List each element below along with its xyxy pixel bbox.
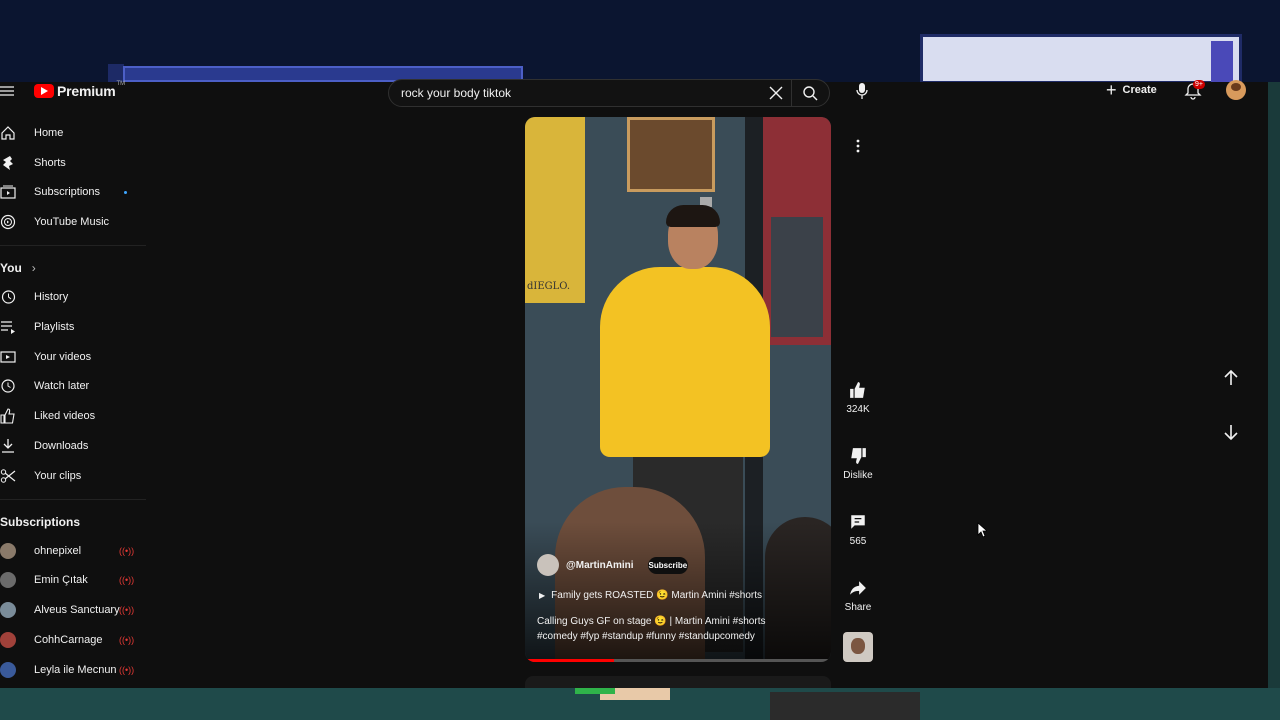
subscriptions-icon xyxy=(0,185,16,200)
arrow-down-icon[interactable] xyxy=(1219,420,1243,444)
home-icon xyxy=(1,126,15,140)
search-input[interactable]: rock your body tiktok xyxy=(401,86,761,100)
chevron-right-icon: › xyxy=(31,261,36,276)
channel-info: @MartinAmini Subscribe xyxy=(537,554,689,576)
play-icon: ▶ xyxy=(539,591,546,600)
notification-badge: 9+ xyxy=(1193,80,1205,89)
clear-search-icon[interactable] xyxy=(761,79,791,107)
your-videos-icon xyxy=(0,351,16,363)
sidebar-item-your-videos[interactable]: Your videos xyxy=(0,342,150,372)
live-icon: ((•)) xyxy=(119,605,135,616)
top-bar: Premium TM rock your body tiktok + Creat… xyxy=(0,79,1268,107)
music-icon xyxy=(0,215,16,230)
thumbs-down-icon xyxy=(851,448,866,464)
remix-thumbnail[interactable] xyxy=(843,632,873,662)
sidebar-item-home[interactable]: Home xyxy=(0,118,150,148)
sidebar-item-watch-later[interactable]: Watch later xyxy=(0,372,150,402)
comments-button[interactable]: 565 xyxy=(838,504,878,570)
sidebar-item-playlists[interactable]: Playlists xyxy=(0,312,150,342)
channel-avatar xyxy=(0,572,16,589)
new-content-dot xyxy=(124,190,127,194)
sidebar-item-subscriptions[interactable]: Subscriptions xyxy=(0,178,150,208)
sidebar-item-history[interactable]: History xyxy=(0,282,150,312)
next-short-preview[interactable] xyxy=(525,676,831,688)
video-frame-poster: dIEGLO. xyxy=(525,117,585,303)
playlist-link[interactable]: ▶ Family gets ROASTED 😉 Martin Amini #sh… xyxy=(539,590,762,601)
comment-icon xyxy=(851,515,865,529)
search-bar: rock your body tiktok xyxy=(388,79,830,107)
share-icon xyxy=(850,581,866,595)
like-icon xyxy=(0,408,15,424)
short-description[interactable]: Calling Guys GF on stage 😉 | Martin Amin… xyxy=(537,614,807,644)
subscribe-button[interactable]: Subscribe xyxy=(647,556,689,574)
desktop-background-right xyxy=(1268,82,1280,688)
sidebar-item-shorts[interactable]: Shorts xyxy=(0,148,150,178)
more-options-icon[interactable] xyxy=(852,138,864,154)
live-icon: ((•)) xyxy=(119,545,135,556)
desktop-background-top xyxy=(0,0,1280,85)
playlists-icon xyxy=(1,321,15,334)
channel-avatar xyxy=(0,542,16,559)
sidebar-divider xyxy=(0,498,146,500)
subscription-item[interactable]: Leyla ile Mecnun ((•)) xyxy=(0,655,150,685)
menu-icon[interactable] xyxy=(0,84,14,98)
download-icon xyxy=(2,439,14,453)
clock-icon xyxy=(1,379,15,394)
subscription-item[interactable]: CohhCarnage ((•)) xyxy=(0,625,150,655)
scissors-icon xyxy=(0,469,16,483)
subscription-item[interactable]: Emin Çıtak ((•)) xyxy=(0,566,150,596)
dislike-button[interactable]: Dislike xyxy=(838,438,878,504)
mouse-cursor-icon xyxy=(977,522,987,538)
arrow-up-icon[interactable] xyxy=(1219,366,1243,390)
youtube-play-icon xyxy=(34,84,54,98)
subscription-item[interactable]: Alveus Sanctuary ((•)) xyxy=(0,595,150,625)
video-frame-picture xyxy=(627,117,715,192)
sidebar-you-header[interactable]: You › xyxy=(0,254,150,282)
like-button[interactable]: 324K xyxy=(838,372,878,438)
plus-icon: + xyxy=(1106,80,1117,100)
desktop-background-bottom xyxy=(0,688,1280,720)
logo-text: Premium xyxy=(57,83,116,99)
sidebar-item-liked-videos[interactable]: Liked videos xyxy=(0,401,150,431)
youtube-logo[interactable]: Premium TM xyxy=(34,81,125,100)
sidebar-item-downloads[interactable]: Downloads xyxy=(0,431,150,461)
channel-avatar[interactable] xyxy=(537,554,559,576)
sidebar-item-your-clips[interactable]: Your clips xyxy=(0,461,150,491)
sidebar: Home Shorts Subscriptions YouTube Music … xyxy=(0,118,150,685)
subscription-item[interactable]: ohnepixel ((•)) xyxy=(0,536,150,566)
sidebar-item-youtube-music[interactable]: YouTube Music xyxy=(0,207,150,237)
search-icon xyxy=(803,85,818,100)
shorts-icon xyxy=(3,155,13,170)
thumbs-up-icon xyxy=(850,382,865,398)
create-button[interactable]: + Create xyxy=(1106,80,1157,100)
youtube-window: Premium TM rock your body tiktok + Creat… xyxy=(0,79,1268,688)
history-icon xyxy=(1,290,16,304)
live-icon: ((•)) xyxy=(119,575,135,586)
channel-avatar xyxy=(0,602,16,619)
channel-avatar xyxy=(0,632,16,649)
video-frame-poster xyxy=(763,117,831,345)
progress-fill xyxy=(525,659,614,662)
video-progress-bar[interactable] xyxy=(525,659,831,662)
video-comedian xyxy=(600,267,770,457)
channel-avatar xyxy=(0,661,16,678)
sidebar-subscriptions-header: Subscriptions xyxy=(0,514,81,529)
short-video-player[interactable]: dIEGLO. @MartinAmini Subscribe ▶ Family … xyxy=(525,117,831,662)
live-icon: ((•)) xyxy=(119,635,135,646)
search-button[interactable] xyxy=(791,79,829,107)
share-button[interactable]: Share xyxy=(838,570,878,636)
microphone-icon[interactable] xyxy=(854,82,870,100)
background-window xyxy=(108,64,124,82)
channel-name[interactable]: @MartinAmini xyxy=(566,560,634,571)
sidebar-divider xyxy=(0,245,146,247)
background-window xyxy=(920,34,1242,85)
account-avatar[interactable] xyxy=(1226,80,1246,100)
short-actions: 324K Dislike 565 Share xyxy=(838,372,878,636)
live-icon: ((•)) xyxy=(119,664,135,675)
